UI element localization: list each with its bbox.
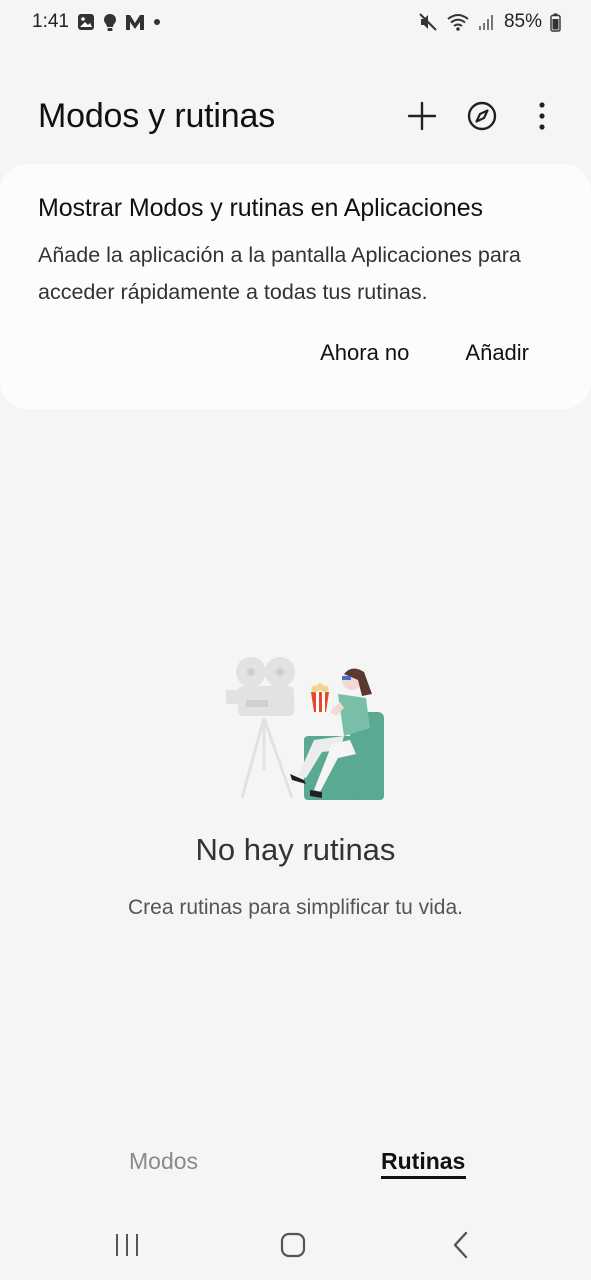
bottom-tabs: Modos Rutinas xyxy=(0,1140,591,1188)
more-vert-icon xyxy=(539,102,545,130)
bulb-icon xyxy=(103,13,117,32)
app-header: Modos y rutinas xyxy=(0,84,591,148)
card-title: Mostrar Modos y rutinas en Aplicaciones xyxy=(38,194,483,222)
tab-modos[interactable]: Modos xyxy=(129,1140,198,1182)
system-nav-bar xyxy=(0,1220,591,1270)
recents-icon xyxy=(116,1234,138,1256)
dot-icon xyxy=(153,18,161,26)
wifi-icon xyxy=(446,12,470,32)
more-options-button[interactable] xyxy=(525,99,559,133)
mute-icon xyxy=(418,12,438,32)
status-time: 1:41 xyxy=(32,11,69,32)
status-battery: 85% xyxy=(503,11,542,32)
signal-icon xyxy=(478,13,496,31)
back-button[interactable] xyxy=(438,1228,482,1262)
status-left: 1:41 xyxy=(32,11,161,33)
card-actions: Ahora no Añadir xyxy=(320,340,529,366)
home-icon xyxy=(280,1232,306,1258)
card-description: Añade la aplicación a la pantalla Aplica… xyxy=(38,243,521,304)
header-actions xyxy=(405,99,559,133)
compass-icon xyxy=(467,101,497,131)
tab-selected-indicator xyxy=(381,1176,466,1179)
page-title: Modos y rutinas xyxy=(38,96,275,135)
empty-illustration xyxy=(220,650,390,805)
add-to-apps-card: Mostrar Modos y rutinas en Aplicaciones … xyxy=(0,164,591,409)
gallery-icon xyxy=(77,13,95,31)
discover-button[interactable] xyxy=(465,99,499,133)
screen: 1:41 85% Modos y rutinas Mostrar Modos y… xyxy=(0,0,591,1280)
status-right: 85% xyxy=(418,11,561,33)
movie-watcher-illustration xyxy=(226,657,384,800)
not-now-button[interactable]: Ahora no xyxy=(320,340,409,366)
plus-icon xyxy=(407,101,437,131)
status-bar: 1:41 85% xyxy=(0,0,591,44)
add-button-card[interactable]: Añadir xyxy=(465,340,529,366)
add-button[interactable] xyxy=(405,99,439,133)
home-button[interactable] xyxy=(270,1228,316,1262)
battery-icon xyxy=(550,13,561,32)
m-app-icon xyxy=(125,13,145,31)
back-icon xyxy=(453,1231,468,1259)
recents-button[interactable] xyxy=(104,1230,150,1260)
empty-state-subtitle: Crea rutinas para simplificar tu vida. xyxy=(128,896,463,919)
empty-state-title: No hay rutinas xyxy=(195,832,396,867)
